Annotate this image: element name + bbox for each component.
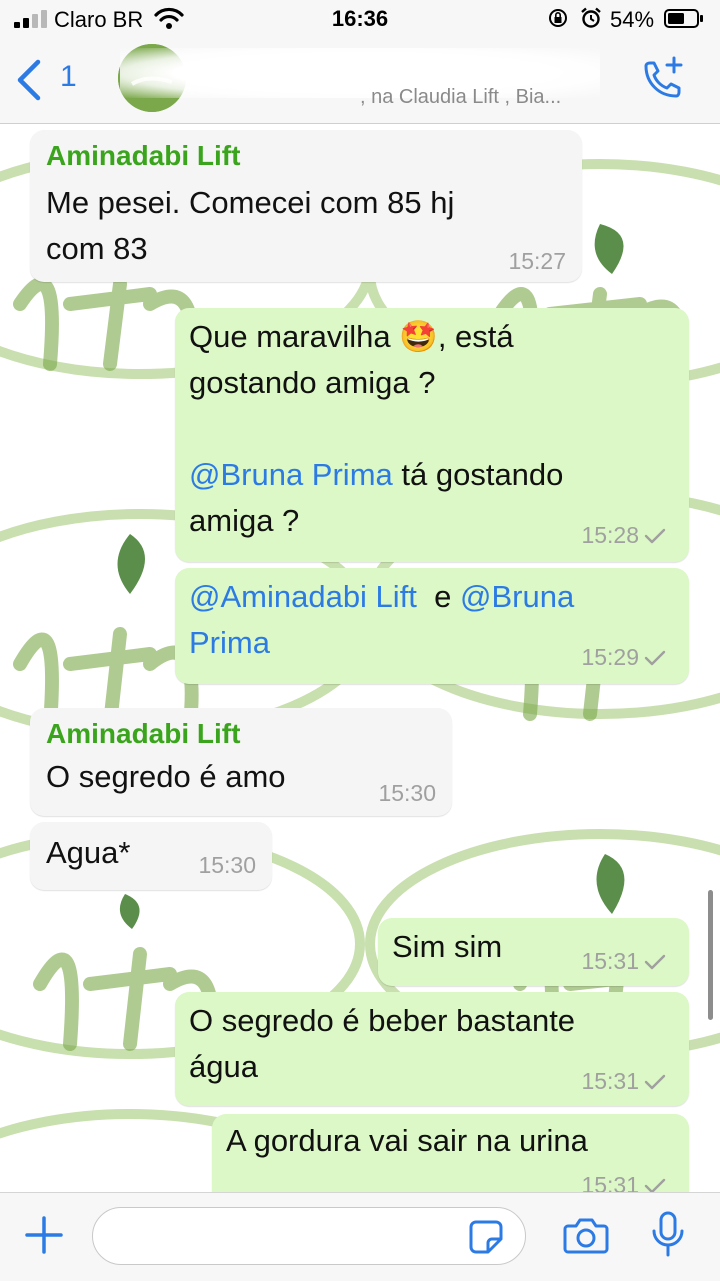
chat-header: 1 , na Claudia Lift , Bia...: [0, 38, 720, 124]
status-bar: Claro BR 16:36 54%: [0, 0, 720, 38]
battery-percentage: 54%: [610, 7, 655, 32]
message-timestamp: 15:29: [581, 644, 667, 671]
add-call-icon[interactable]: [638, 56, 686, 104]
message-timestamp: 15:31: [581, 1172, 667, 1192]
alarm-icon: [581, 7, 601, 28]
mention-link[interactable]: @Aminadabi Lift: [189, 579, 417, 614]
timestamp-text: 15:29: [581, 644, 639, 670]
message-timestamp: 15:27: [508, 248, 566, 274]
message-bubble-outgoing[interactable]: Sim sim 15:31: [378, 918, 689, 986]
orientation-lock-icon: [549, 9, 567, 27]
message-text: Que maravilha: [189, 319, 400, 354]
star-struck-emoji: 🤩: [399, 319, 438, 354]
message-timestamp: 15:31: [581, 1068, 667, 1095]
plus-icon[interactable]: [24, 1215, 64, 1255]
chat-area[interactable]: Aminadabi Lift Me pesei. Comecei com 85 …: [0, 124, 720, 1192]
timestamp-text: 15:31: [581, 948, 639, 974]
message-sender[interactable]: Aminadabi Lift: [46, 140, 240, 172]
message-text-line: amiga ?: [189, 503, 300, 538]
message-bubble-outgoing[interactable]: A gordura vai sair na urina 15:31: [212, 1114, 689, 1192]
timestamp-text: 15:31: [581, 1068, 639, 1094]
group-members-subtitle[interactable]: , na Claudia Lift , Bia...: [360, 86, 561, 109]
mention-link-continued[interactable]: Prima: [189, 620, 270, 666]
message-text-line: O segredo é beber bastante: [189, 1003, 576, 1038]
message-text-line: A gordura vai sair na urina: [226, 1123, 588, 1158]
message-text: , está: [437, 319, 514, 354]
message-sender[interactable]: Aminadabi Lift: [46, 718, 240, 750]
timestamp-text: 15:31: [581, 1172, 639, 1192]
message-text-line: Agua*: [46, 835, 131, 870]
message-bubble-outgoing[interactable]: Que maravilha 🤩, está gostando amiga ? @…: [175, 308, 689, 562]
message-text-line: @Bruna Prima tá gostando: [189, 452, 563, 498]
message-timestamp: 15:30: [378, 780, 436, 806]
message-timestamp: 15:31: [581, 948, 667, 975]
sticker-icon[interactable]: [468, 1219, 504, 1255]
scroll-indicator[interactable]: [708, 890, 713, 1020]
message-text-line: Que maravilha 🤩, está: [189, 314, 514, 360]
microphone-icon[interactable]: [650, 1211, 686, 1259]
message-text-line: gostando amiga ?: [189, 365, 436, 400]
message-input[interactable]: [92, 1207, 526, 1265]
message-timestamp: 15:30: [198, 852, 256, 878]
message-bubble-incoming[interactable]: Aminadabi Lift O segredo é amo 15:30: [30, 708, 452, 816]
back-chevron-icon[interactable]: [14, 58, 44, 102]
message-composer: [0, 1192, 720, 1281]
message-text-line: @Aminadabi Lift e @Bruna: [189, 574, 574, 620]
sent-check-icon: [644, 1178, 666, 1192]
unread-count[interactable]: 1: [60, 60, 77, 94]
message-timestamp: 15:28: [581, 522, 667, 549]
sent-check-icon: [644, 650, 666, 666]
message-bubble-incoming[interactable]: Agua* 15:30: [30, 822, 272, 890]
sent-check-icon: [644, 1074, 666, 1090]
battery-icon: [664, 9, 703, 28]
timestamp-text: 15:28: [581, 522, 639, 548]
message-bubble-outgoing[interactable]: @Aminadabi Lift e @Bruna Prima 15:29: [175, 568, 689, 684]
sent-check-icon: [644, 954, 666, 970]
message-text: e: [416, 579, 461, 614]
sent-check-icon: [644, 528, 666, 544]
mention-link[interactable]: @Bruna: [460, 579, 574, 614]
camera-icon[interactable]: [563, 1215, 609, 1255]
message-text: tá gostando: [392, 457, 564, 492]
message-text-line: com 83: [46, 231, 148, 266]
message-text-line: Sim sim: [392, 929, 503, 964]
mention-link[interactable]: @Bruna Prima: [189, 457, 393, 492]
message-text-line: O segredo é amo: [46, 759, 286, 794]
message-bubble-incoming[interactable]: Aminadabi Lift Me pesei. Comecei com 85 …: [30, 130, 582, 282]
message-bubble-outgoing[interactable]: O segredo é beber bastante água 15:31: [175, 992, 689, 1106]
message-text-line: Me pesei. Comecei com 85 hj: [46, 185, 455, 220]
message-text-line: água: [189, 1049, 258, 1084]
